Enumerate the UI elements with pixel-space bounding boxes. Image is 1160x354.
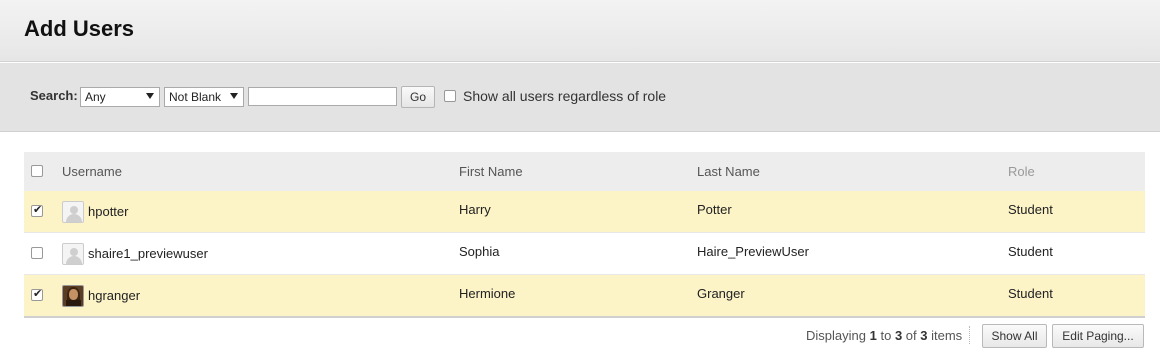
page-header: Add Users (0, 0, 1160, 62)
row-checkbox[interactable] (31, 203, 43, 217)
column-header-last-name[interactable]: Last Name (697, 164, 760, 179)
table-row[interactable]: shaire1_previewuser Sophia Haire_Preview… (24, 233, 1145, 275)
search-operator-value: Not Blank (169, 90, 222, 104)
role-cell: Student (1008, 286, 1053, 301)
column-header-role: Role (1008, 164, 1035, 179)
first-name-cell: Hermione (459, 286, 516, 301)
last-name-cell: Granger (697, 286, 745, 301)
photo-avatar (62, 285, 84, 307)
table-bottom-border (24, 316, 1145, 318)
username-cell: shaire1_previewuser (88, 246, 208, 261)
show-all-users-label: Show all users regardless of role (463, 88, 667, 104)
chevron-down-icon (146, 93, 154, 99)
row-checkbox[interactable] (31, 247, 43, 259)
show-all-users-checkbox[interactable] (444, 90, 456, 102)
first-name-cell: Harry (459, 202, 491, 217)
select-all-checkbox[interactable] (31, 165, 43, 177)
page-title: Add Users (24, 16, 135, 41)
paging-divider (969, 326, 970, 344)
last-name-cell: Haire_PreviewUser (697, 244, 809, 259)
default-avatar-icon (62, 201, 84, 223)
row-checkbox[interactable] (31, 287, 43, 301)
table-row[interactable]: hpotter Harry Potter Student (24, 191, 1145, 233)
first-name-cell: Sophia (459, 244, 500, 259)
edit-paging-button[interactable]: Edit Paging... (1052, 324, 1144, 348)
column-header-username[interactable]: Username (62, 164, 122, 179)
column-header-first-name[interactable]: First Name (459, 164, 523, 179)
username-cell: hgranger (88, 288, 141, 303)
table-row[interactable]: hgranger Hermione Granger Student (24, 275, 1145, 317)
table-header: Username First Name Last Name Role (24, 152, 1145, 191)
default-avatar-icon (62, 243, 84, 265)
username-cell: hpotter (88, 204, 129, 219)
chevron-down-icon (230, 93, 238, 99)
search-field-select[interactable]: Any (80, 87, 160, 107)
show-all-button[interactable]: Show All (982, 324, 1047, 348)
paging-summary: Displaying 1 to 3 of 3 items (806, 328, 963, 343)
role-cell: Student (1008, 202, 1053, 217)
last-name-cell: Potter (697, 202, 732, 217)
role-cell: Student (1008, 244, 1053, 259)
go-button[interactable]: Go (401, 86, 435, 108)
search-label: Search: (30, 88, 78, 103)
search-field-value: Any (85, 90, 106, 104)
search-operator-select[interactable]: Not Blank (164, 87, 244, 107)
search-input[interactable] (248, 87, 397, 106)
